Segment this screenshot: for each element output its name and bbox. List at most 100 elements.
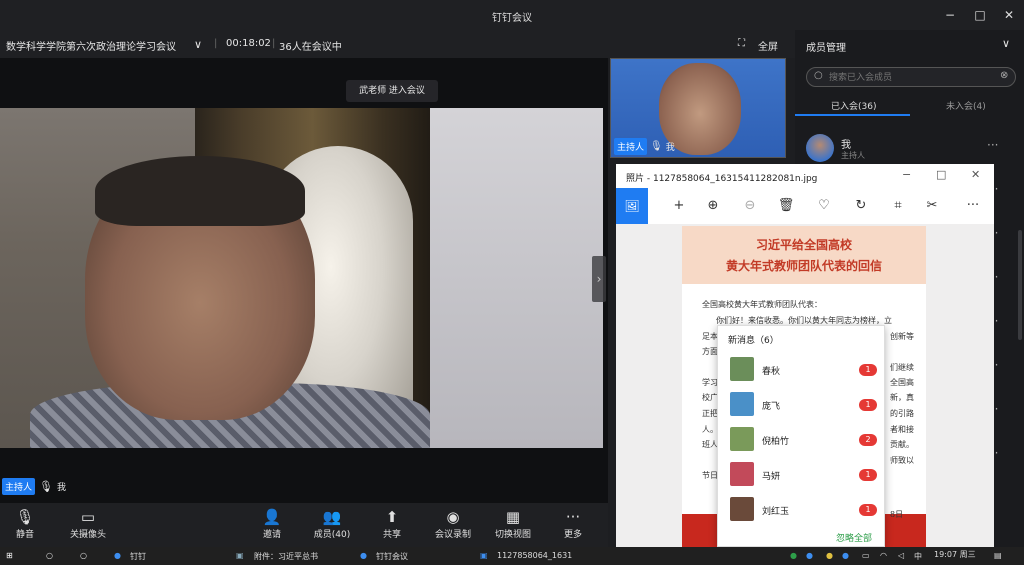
new-messages-popup: 新消息（6） 春秋 1 庞飞 1 倪柏竹 2 马妍 1 刘红玉 1 忽略全部 <box>717 325 885 547</box>
sender-name: 倪柏竹 <box>762 437 790 447</box>
avatar <box>730 357 754 381</box>
taskbar-app[interactable]: 1127858064_1631 <box>497 551 572 560</box>
image-icon[interactable]: 🖼 <box>616 188 648 224</box>
clear-icon[interactable]: ⊗ <box>1000 70 1008 81</box>
add-icon[interactable]: + <box>668 196 690 216</box>
maximize-button[interactable]: □ <box>936 168 946 181</box>
battery-icon[interactable]: ▭ <box>862 551 870 560</box>
share-button[interactable]: ⬆ 共享 <box>367 507 417 540</box>
attendee-count: 36人在会议中 <box>279 42 342 53</box>
more-icon: ··· <box>565 508 581 526</box>
scrollbar[interactable] <box>1018 230 1022 340</box>
dingtalk-icon: ● <box>114 551 121 560</box>
minimize-button[interactable]: − <box>941 6 959 24</box>
maximize-button[interactable]: □ <box>971 6 989 24</box>
invite-button[interactable]: 👤 邀请 <box>247 507 297 540</box>
more-icon[interactable]: ··· <box>987 138 998 152</box>
meeting-info-bar: 数学科学学院第六次政治理论学习会议 ∨ | 00:18:02 | 36人在会议中… <box>0 30 795 58</box>
edit-icon[interactable]: ✂ <box>921 196 943 216</box>
panel-title: 成员管理 <box>806 43 846 54</box>
member-name: 我 <box>841 140 851 151</box>
clock[interactable]: 19:07 周三 <box>934 549 976 560</box>
rotate-icon[interactable]: ↻ <box>850 196 872 216</box>
record-icon: ◉ <box>446 508 460 526</box>
letter-text: 方面 <box>702 347 718 356</box>
list-item[interactable]: 春秋 1 <box>718 353 886 387</box>
host-tag: 主持人 <box>614 137 648 155</box>
fullscreen-icon[interactable]: ⛶ <box>738 38 745 49</box>
add-user-icon: 👤 <box>262 508 282 526</box>
fullscreen-button[interactable]: 全屏 <box>758 38 778 53</box>
letter-text: 校广 <box>702 393 718 402</box>
favorite-icon[interactable]: ♡ <box>813 196 835 216</box>
list-item[interactable]: 庞飞 1 <box>718 388 886 422</box>
photos-title-bar: 照片 - 1127858064_16315411282081n.jpg − □ … <box>616 164 994 188</box>
meeting-name[interactable]: 数学科学学院第六次政治理论学习会议 <box>6 38 176 53</box>
taskbar-app[interactable]: 钉钉会议 <box>376 551 408 562</box>
tab-joined[interactable]: 已入会(36) <box>831 99 876 112</box>
member-search[interactable]: ○ ⊗ <box>806 67 1016 87</box>
search-input[interactable] <box>829 71 989 84</box>
start-icon[interactable]: ⊞ <box>6 551 13 560</box>
dingtalk-icon: ● <box>360 551 367 560</box>
delete-icon[interactable]: 🗑 <box>775 196 797 216</box>
tray-icon[interactable]: ● <box>842 551 849 560</box>
letter-text: 新，真 <box>890 393 914 402</box>
microphone-icon: 🎙 <box>39 479 53 493</box>
camera-button[interactable]: ▭ 关摄像头 <box>60 507 116 540</box>
task-view-icon[interactable]: ○ <box>80 551 87 560</box>
join-toast: 武老师 进入会议 <box>346 80 438 102</box>
search-icon[interactable]: ○ <box>46 551 53 560</box>
letter-text: 们继续 <box>890 363 914 372</box>
notification-icon[interactable]: ▤ <box>994 551 1002 560</box>
taskbar-app[interactable]: 附件：习近平总书 <box>254 551 318 562</box>
attachment-icon: ▣ <box>236 551 244 560</box>
crop-icon[interactable]: ⌗ <box>887 196 909 216</box>
unread-badge: 1 <box>859 399 877 411</box>
tray-icon[interactable]: ● <box>806 551 813 560</box>
zoom-out-icon[interactable]: ⊖ <box>739 196 761 216</box>
avatar <box>730 427 754 451</box>
list-item[interactable]: 马妍 1 <box>718 458 886 492</box>
record-button[interactable]: ◉ 会议录制 <box>428 507 478 540</box>
letter-text: 全国高 <box>890 378 914 387</box>
letter-text: 者和接 <box>890 425 914 434</box>
list-item[interactable]: 刘红玉 1 <box>718 493 886 527</box>
divider: | <box>214 38 218 49</box>
taskbar-app[interactable]: 钉钉 <box>130 551 146 562</box>
windows-taskbar: ⊞ ○ ○ ● 钉钉 ▣ 附件：习近平总书 ● 钉钉会议 ▣ 112785806… <box>0 547 1024 565</box>
dismiss-all-link[interactable]: 忽略全部 <box>836 531 872 544</box>
meeting-toolbar: 🎙 静音 ▭ 关摄像头 👤 邀请 👥 成员(40) ⬆ 共享 ◉ 会议录制 ▦ 切换视图 ··… <box>0 503 608 547</box>
more-icon[interactable]: ··· <box>962 196 984 216</box>
chevron-down-icon[interactable]: ∨ <box>1002 37 1010 50</box>
title-bar: 钉钉会议 − □ ✕ <box>0 0 1024 30</box>
switch-view-button[interactable]: ▦ 切换视图 <box>488 507 538 540</box>
tab-indicator <box>795 114 910 116</box>
search-icon: ○ <box>814 70 823 81</box>
avatar <box>730 497 754 521</box>
chevron-right-icon[interactable]: › <box>592 256 606 302</box>
zoom-in-icon[interactable]: ⊕ <box>702 196 724 216</box>
tray-icon[interactable]: ● <box>826 551 833 560</box>
mute-button[interactable]: 🎙 静音 <box>0 507 50 540</box>
members-button[interactable]: 👥 成员(40) <box>307 507 357 540</box>
main-video[interactable] <box>0 108 603 448</box>
wifi-icon[interactable]: ◠ <box>880 551 887 560</box>
unread-badge: 1 <box>859 364 877 376</box>
chevron-down-icon[interactable]: ∨ <box>194 38 202 51</box>
wechat-icon[interactable]: ● <box>790 551 797 560</box>
ime-indicator[interactable]: 中 <box>914 551 922 562</box>
participant-name: 我 <box>56 482 66 493</box>
share-screen-icon: ⬆ <box>385 508 399 526</box>
list-item[interactable]: 倪柏竹 2 <box>718 423 886 457</box>
divider: | <box>272 38 276 49</box>
minimize-button[interactable]: − <box>902 168 911 181</box>
participant-name: 我 <box>665 142 675 153</box>
letter-heading: 习近平给全国高校 黄大年式教师团队代表的回信 <box>682 226 926 284</box>
members-icon: 👥 <box>322 508 342 526</box>
close-button[interactable]: ✕ <box>1000 6 1018 24</box>
tab-not-joined[interactable]: 未入会(4) <box>946 99 986 112</box>
more-button[interactable]: ··· 更多 <box>548 507 598 540</box>
close-button[interactable]: ✕ <box>971 168 980 181</box>
volume-icon[interactable]: ◁ <box>898 551 904 560</box>
